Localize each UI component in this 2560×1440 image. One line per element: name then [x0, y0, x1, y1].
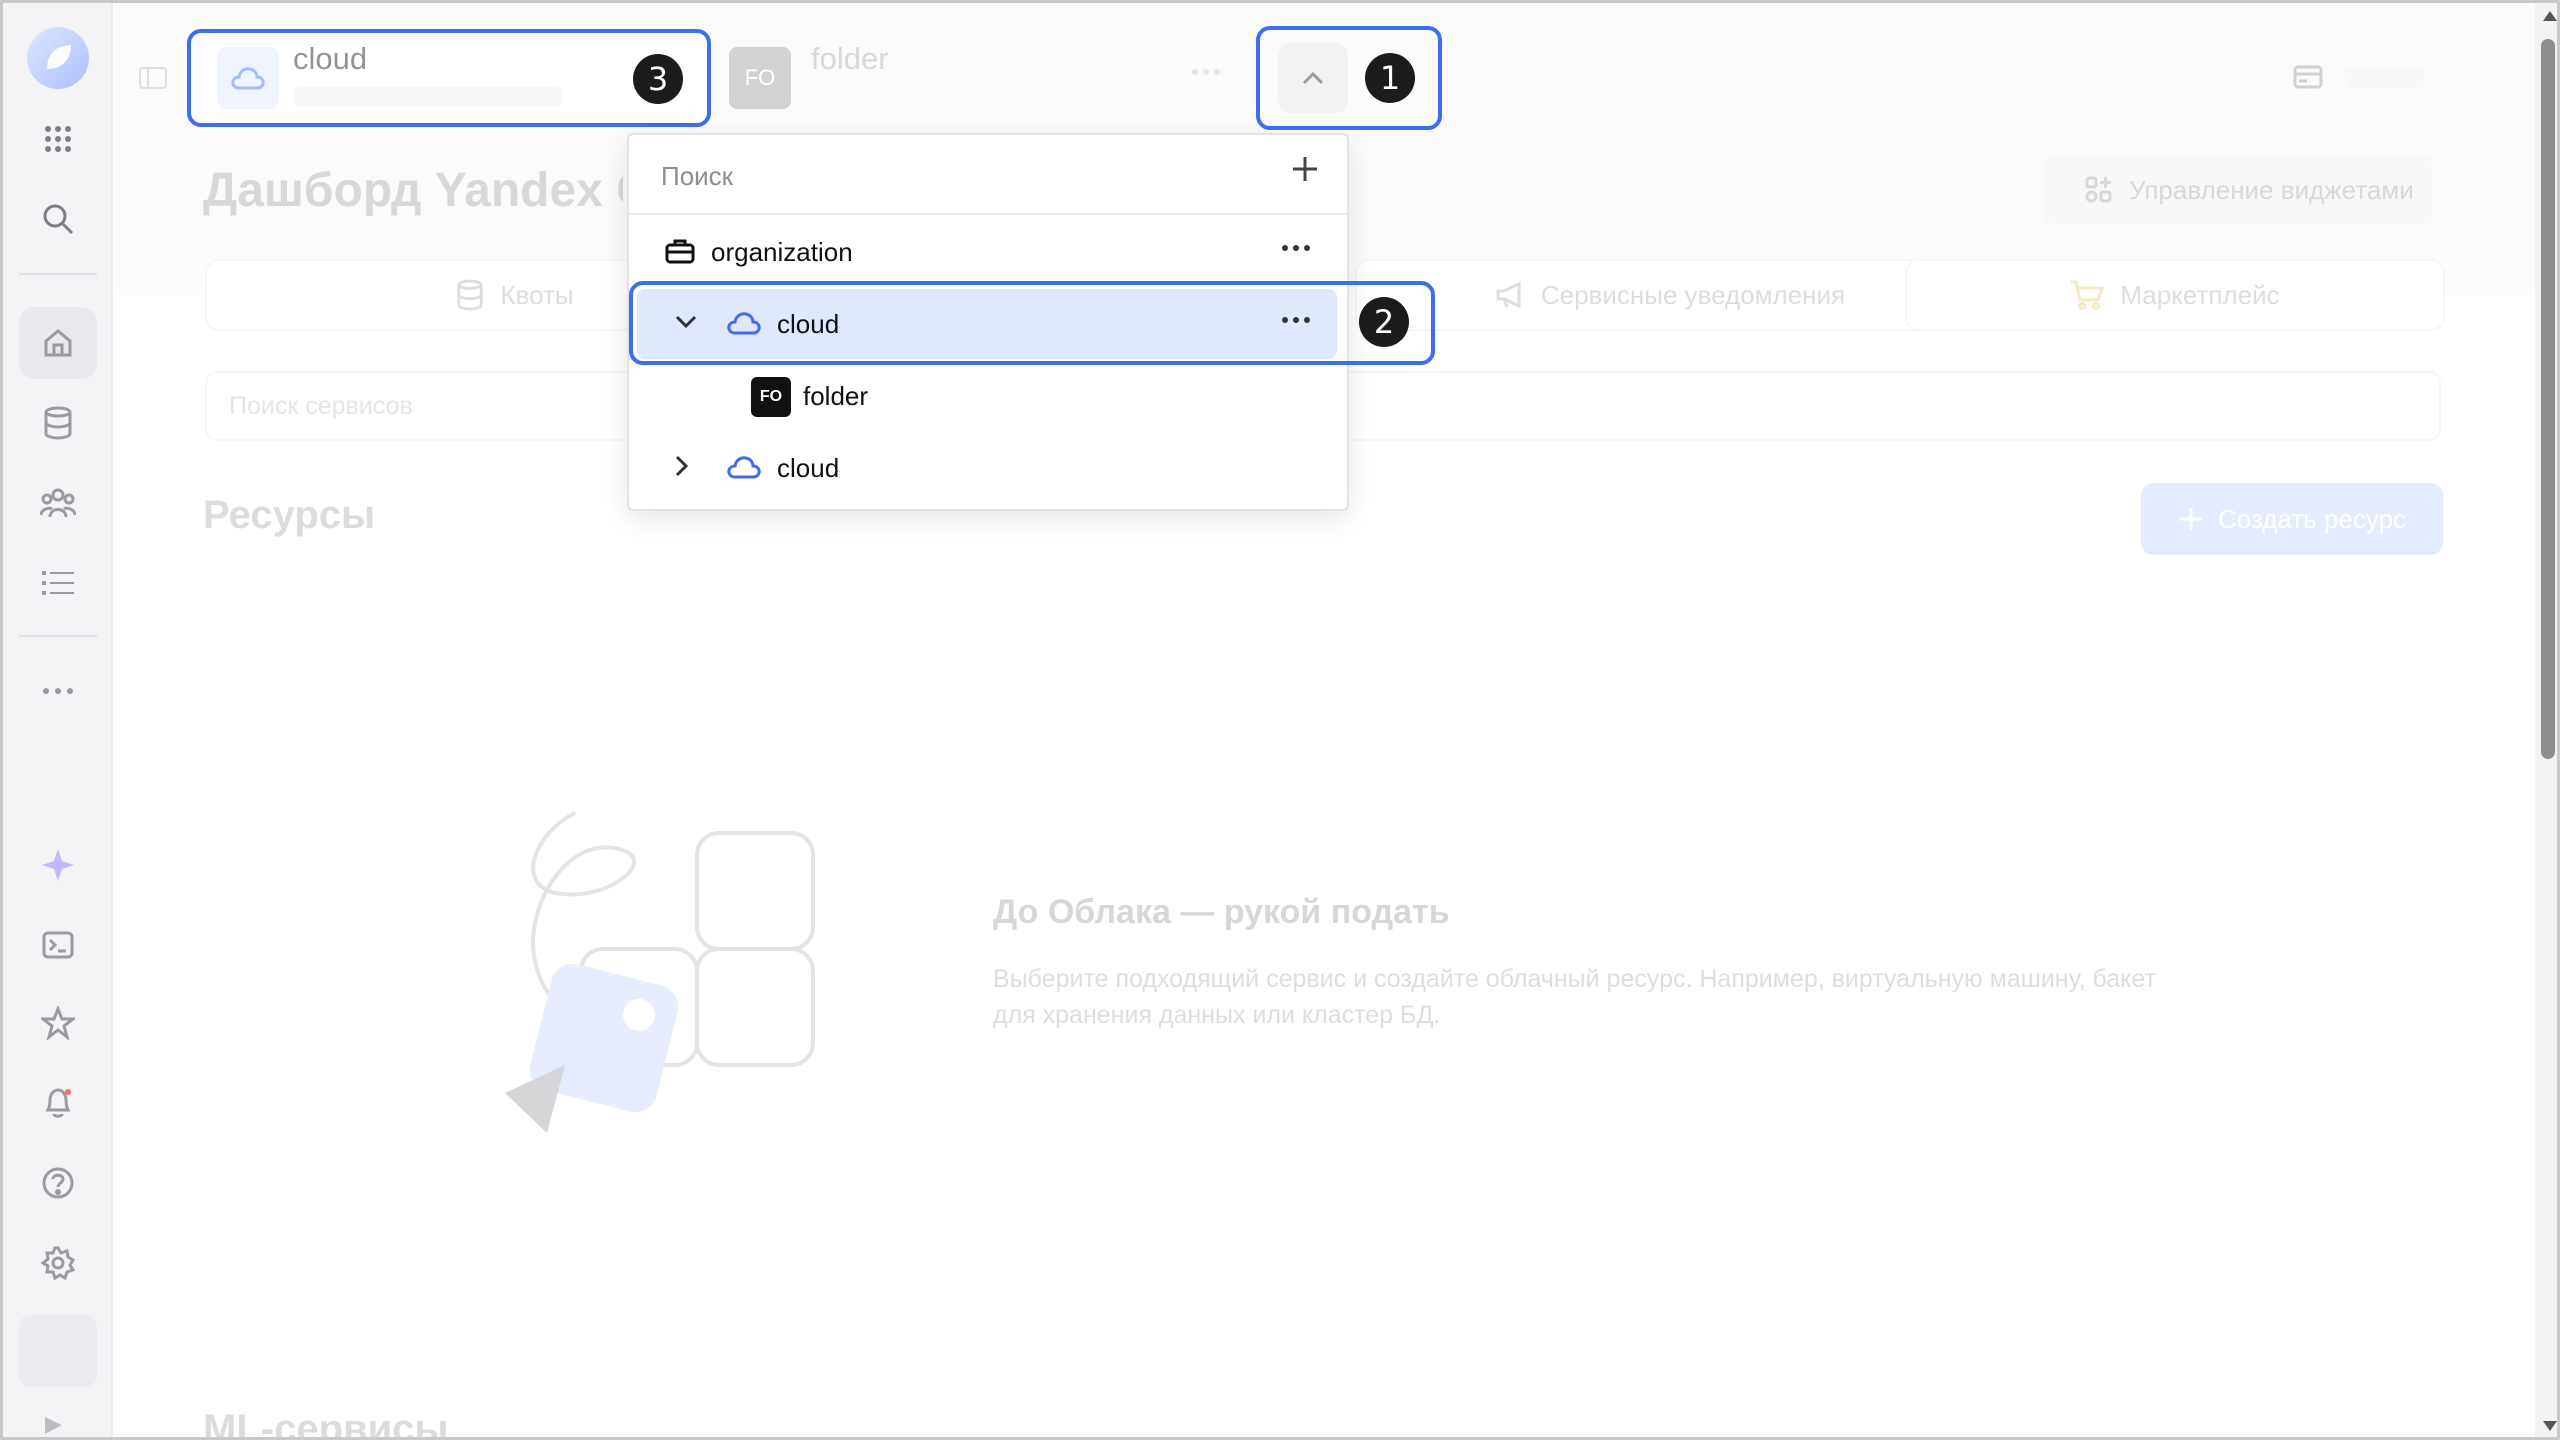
home-icon[interactable] [19, 307, 97, 379]
list-icon[interactable] [19, 547, 97, 619]
tab-service-notifications[interactable]: Сервисные уведомления [1355, 259, 1985, 331]
plus-icon [2179, 508, 2202, 530]
hierarchy-search-input[interactable]: Поиск [629, 135, 1347, 215]
cart-icon [2071, 280, 2105, 310]
chevron-right-icon[interactable] [675, 455, 689, 482]
account-avatar[interactable] [19, 1315, 97, 1387]
billing-balance [2345, 67, 2425, 89]
app-window: ▶ cloud FO folder Дашборд Yandex C Управ… [0, 0, 2560, 1440]
folder-badge-icon: FO [751, 377, 791, 417]
callout-badge-1: 1 [1365, 53, 1415, 103]
empty-state-text: Выберите подходящий сервис и создайте об… [993, 965, 2156, 1029]
manage-widgets-label: Управление виджетами [2129, 174, 2414, 205]
folder-badge-icon: FO [729, 47, 791, 109]
ml-services-title: ML-сервисы [203, 1407, 449, 1440]
tree-item-cloud-selected[interactable]: cloud [637, 289, 1337, 359]
scroll-up-icon[interactable] [2543, 11, 2557, 21]
callout-badge-3: 3 [633, 54, 683, 104]
logo-icon[interactable] [27, 27, 89, 89]
manage-widgets-button[interactable]: Управление виджетами [2043, 155, 2433, 225]
tree-item-label: folder [803, 381, 869, 411]
chevron-down-icon[interactable] [675, 315, 697, 334]
panel-toggle-icon[interactable] [139, 67, 167, 89]
tab-service-notifications-label: Сервисные уведомления [1540, 279, 1846, 310]
empty-state-title: До Облака — рукой подать [993, 893, 1450, 931]
expand-sidebar-icon[interactable]: ▶ [45, 1411, 62, 1437]
scroll-down-icon[interactable] [2543, 1421, 2557, 1431]
sidebar-divider [19, 635, 97, 637]
more-icon[interactable] [1281, 311, 1311, 329]
tab-marketplace-label: Маркетплейс [2120, 279, 2280, 310]
tab-quotas-label: Квоты [500, 279, 574, 310]
cloud-icon [217, 47, 279, 109]
users-icon[interactable] [19, 467, 97, 539]
star-icon[interactable] [19, 987, 97, 1059]
sidebar-divider [19, 273, 97, 275]
vertical-scrollbar[interactable] [2535, 3, 2557, 1437]
search-icon[interactable] [19, 183, 97, 255]
tree-item-cloud[interactable]: cloud [631, 433, 1345, 503]
scroll-thumb[interactable] [2541, 39, 2555, 759]
help-icon[interactable] [19, 1147, 97, 1219]
tree-item-label: cloud [777, 453, 840, 483]
billing-card-icon[interactable] [2293, 65, 2323, 94]
hierarchy-dropdown: Поиск organization cloud FO folder cloud [627, 133, 1349, 511]
more-icon[interactable] [19, 655, 97, 727]
add-icon[interactable] [1291, 155, 1319, 188]
megaphone-icon [1496, 281, 1521, 309]
database-icon[interactable] [19, 387, 97, 459]
tree-item-folder[interactable]: FO folder [631, 361, 1345, 431]
create-resource-button[interactable]: Создать ресурс [2141, 483, 2443, 555]
page-title: Дашборд Yandex C [203, 164, 623, 217]
cloud-icon [727, 311, 761, 340]
breadcrumb-folder-label: folder [811, 41, 889, 76]
resources-title: Ресурсы [203, 493, 376, 537]
breadcrumb-folder[interactable]: FO folder [729, 31, 1149, 121]
empty-state-illustration [495, 803, 855, 1138]
bell-icon[interactable] [19, 1067, 97, 1139]
left-sidebar: ▶ [3, 3, 113, 1437]
collapse-hierarchy-button[interactable] [1278, 43, 1348, 113]
breadcrumb-more-icon[interactable] [1191, 63, 1221, 81]
sparkle-icon[interactable] [19, 829, 97, 901]
settings-icon[interactable] [19, 1227, 97, 1299]
tree-item-label: cloud [777, 309, 840, 339]
more-icon[interactable] [1281, 239, 1311, 257]
tree-item-organization[interactable]: organization [631, 217, 1345, 287]
terminal-icon[interactable] [19, 909, 97, 981]
service-search-placeholder: Поиск сервисов [229, 391, 413, 420]
callout-badge-2: 2 [1359, 297, 1409, 347]
cloud-icon [727, 455, 761, 484]
create-resource-label: Создать ресурс [2217, 503, 2407, 534]
tab-marketplace[interactable]: Маркетплейс [1905, 259, 2445, 331]
tree-item-label: organization [711, 237, 853, 267]
apps-grid-icon[interactable] [19, 103, 97, 175]
database-icon [457, 279, 484, 311]
widgets-icon [2085, 176, 2112, 203]
breadcrumb-cloud-subtitle [293, 87, 563, 107]
breadcrumb-cloud-label: cloud [293, 41, 368, 76]
hierarchy-search-placeholder: Поиск [661, 161, 734, 191]
briefcase-icon [665, 238, 695, 269]
